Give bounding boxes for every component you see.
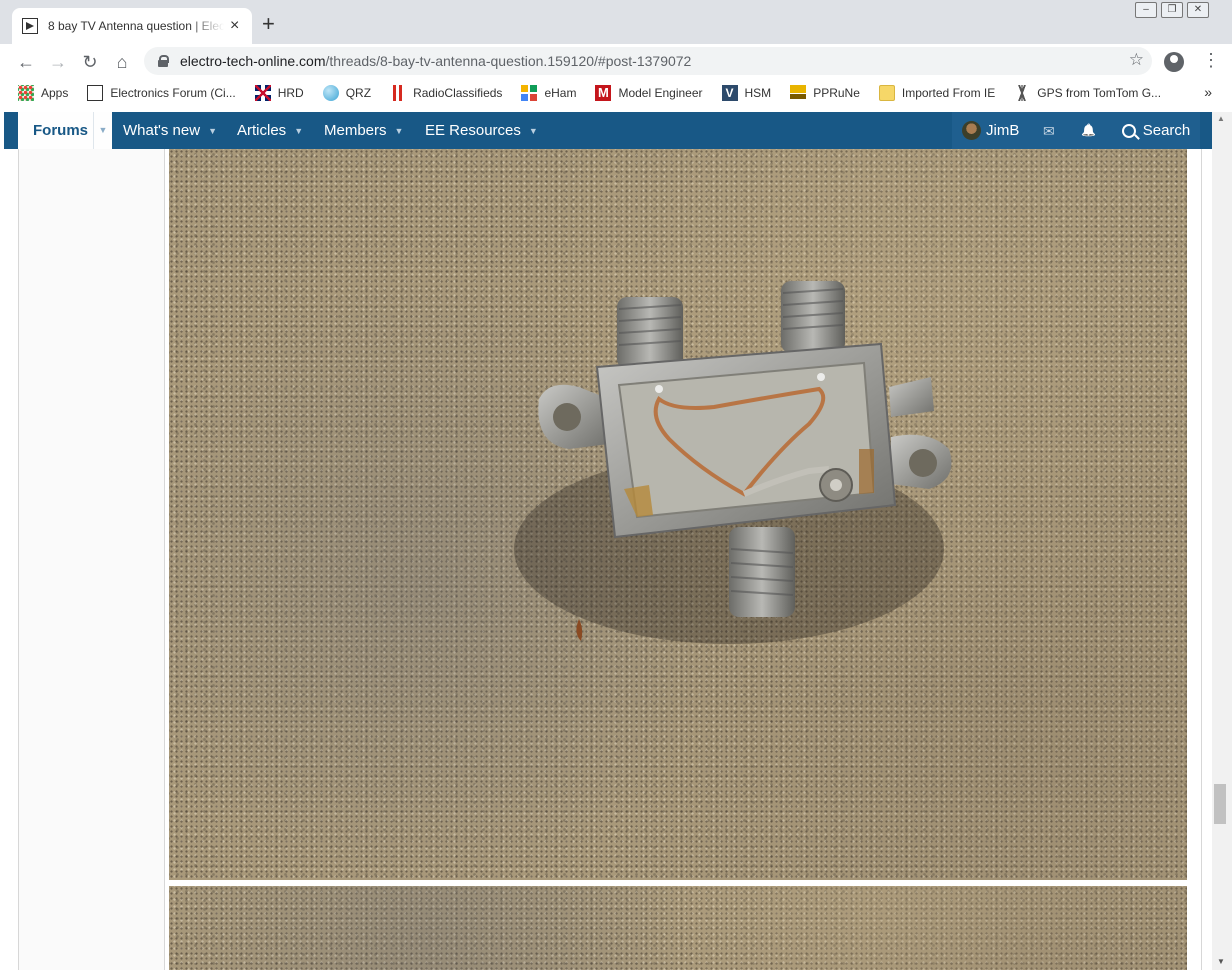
- post-user-column: [18, 149, 165, 970]
- chevron-down-icon[interactable]: ▼: [93, 112, 112, 149]
- address-bar[interactable]: electro-tech-online.com /threads/8-bay-t…: [144, 47, 1152, 75]
- restore-icon[interactable]: ❐: [1161, 2, 1183, 18]
- apps-grid-icon: [18, 85, 34, 101]
- bookmark-label: HSM: [744, 86, 772, 100]
- site-navigation: Forums ▼ What's new ▼ Articles ▼ Members…: [4, 112, 1212, 149]
- bookmark-label: HRD: [277, 86, 304, 100]
- bookmark-label: Imported From IE: [901, 86, 996, 100]
- pprune-logo-icon: [790, 85, 807, 101]
- bookmarks-bar: Apps Electronics Forum (Ci... HRD QRZ Ra…: [0, 78, 1232, 108]
- tiles-icon: [521, 85, 538, 101]
- new-tab-button[interactable]: +: [262, 12, 275, 36]
- eto-favicon-icon: [87, 85, 104, 101]
- bookmark-star-icon[interactable]: ☆: [1129, 50, 1144, 70]
- bookmark-label: Apps: [41, 86, 69, 100]
- concrete-texture: [169, 886, 1187, 970]
- scroll-up-icon[interactable]: ▲: [1217, 114, 1225, 123]
- bookmark-qrz[interactable]: QRZ: [322, 85, 372, 101]
- nav-forums[interactable]: Forums ▼: [18, 112, 112, 149]
- search-button[interactable]: Search: [1112, 112, 1200, 149]
- mail-icon[interactable]: ✉: [1043, 123, 1055, 140]
- bookmark-pprune[interactable]: PPRuNe: [790, 85, 860, 101]
- bookmark-label: PPRuNe: [813, 86, 860, 100]
- nav-ee-resources[interactable]: EE Resources ▼: [425, 112, 538, 149]
- browser-tab-active[interactable]: 8 bay TV Antenna question | Electro-Tech…: [12, 8, 252, 44]
- bookmark-eham[interactable]: eHam: [521, 85, 576, 101]
- bookmark-label: eHam: [544, 86, 577, 100]
- scrollbar-thumb[interactable]: [1214, 784, 1226, 824]
- eto-favicon-icon: [22, 18, 38, 34]
- globe-icon: [322, 85, 339, 101]
- close-window-icon[interactable]: ✕: [1187, 2, 1209, 18]
- back-icon[interactable]: ←: [14, 50, 38, 74]
- bell-icon[interactable]: 🔔: [1081, 123, 1096, 137]
- nav-articles[interactable]: Articles ▼: [237, 112, 303, 149]
- bookmark-label: RadioClassifieds: [413, 86, 503, 100]
- browser-tab-strip: 8 bay TV Antenna question | Electro-Tech…: [0, 0, 1232, 44]
- post-border: [1201, 149, 1202, 970]
- account-menu[interactable]: JimB ✉ 🔔: [952, 112, 1112, 149]
- reload-icon[interactable]: ↻: [78, 50, 102, 74]
- browser-menu-icon[interactable]: ⋮: [1202, 50, 1220, 70]
- post-attachment-image[interactable]: [169, 149, 1187, 880]
- chevron-down-icon[interactable]: ▼: [529, 126, 538, 136]
- chevron-down-icon[interactable]: ▼: [208, 126, 217, 136]
- forward-icon[interactable]: →: [46, 50, 70, 74]
- tab-title: 8 bay TV Antenna question | Electro-Tech…: [48, 19, 224, 33]
- tab-close-icon[interactable]: ×: [230, 18, 239, 34]
- nav-label: Members: [324, 122, 387, 139]
- bookmark-electronics-forum[interactable]: Electronics Forum (Ci...: [87, 85, 236, 101]
- home-icon[interactable]: ⌂: [110, 50, 134, 74]
- uk-flag-icon: [254, 85, 271, 101]
- nav-label: EE Resources: [425, 122, 521, 139]
- bookmark-apps[interactable]: Apps: [18, 85, 68, 101]
- nav-whats-new[interactable]: What's new ▼: [123, 112, 217, 149]
- folder-icon: [878, 85, 895, 101]
- account-icon[interactable]: [1164, 52, 1184, 72]
- bookmarks-overflow-icon[interactable]: »: [1204, 84, 1212, 100]
- nav-members[interactable]: Members ▼: [324, 112, 403, 149]
- bookmark-label: Electronics Forum (Ci...: [110, 86, 236, 100]
- lock-icon[interactable]: [158, 55, 169, 67]
- bookmark-label: QRZ: [345, 86, 372, 100]
- bookmark-model-engineer[interactable]: M Model Engineer: [595, 85, 703, 101]
- nav-label: What's new: [123, 122, 201, 139]
- bookmark-gps-tomtom[interactable]: GPS from TomTom G...: [1014, 85, 1161, 101]
- tomtom-icon: [1014, 85, 1031, 101]
- search-label: Search: [1142, 122, 1191, 139]
- bookmark-hsm[interactable]: V HSM: [721, 85, 772, 101]
- post-attachment-image-2[interactable]: [169, 886, 1187, 970]
- page-scrollbar[interactable]: ▲ ▼: [1212, 112, 1232, 970]
- bookmark-radioclassifieds[interactable]: RadioClassifieds: [390, 85, 502, 101]
- browser-toolbar: ← → ↻ ⌂ electro-tech-online.com /threads…: [0, 44, 1232, 78]
- bars-icon: [390, 85, 407, 101]
- bookmark-imported-from-ie[interactable]: Imported From IE: [878, 85, 996, 101]
- username: JimB: [986, 122, 1020, 139]
- nav-label: Articles: [237, 122, 287, 139]
- m-logo-icon: M: [595, 85, 612, 101]
- scroll-down-icon[interactable]: ▼: [1217, 957, 1225, 966]
- nav-forums-label: Forums: [33, 122, 89, 139]
- v-logo-icon: V: [721, 85, 738, 101]
- chevron-down-icon[interactable]: ▼: [395, 126, 404, 136]
- search-icon: [1121, 123, 1136, 138]
- bookmark-label: Model Engineer: [618, 86, 703, 100]
- minimize-icon[interactable]: –: [1135, 2, 1157, 18]
- avatar[interactable]: [962, 121, 981, 140]
- url-domain: electro-tech-online.com: [180, 53, 326, 69]
- bookmark-label: GPS from TomTom G...: [1037, 86, 1162, 100]
- bookmark-hrd[interactable]: HRD: [254, 85, 304, 101]
- chevron-down-icon[interactable]: ▼: [294, 126, 303, 136]
- url-path: /threads/8-bay-tv-antenna-question.15912…: [325, 53, 692, 69]
- splitter-photo-icon: [514, 281, 952, 644]
